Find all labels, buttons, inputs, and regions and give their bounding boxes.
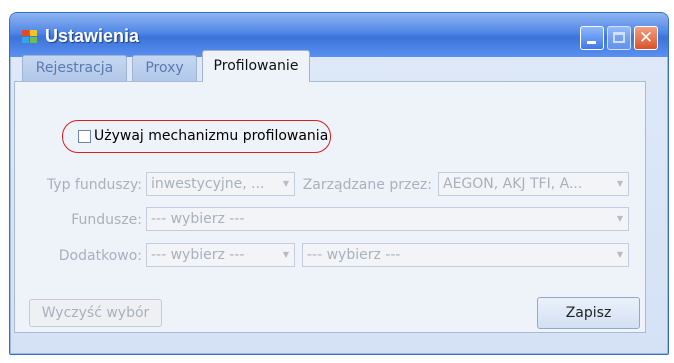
window-title: Ustawienia: [45, 26, 140, 46]
typ-funduszy-select[interactable]: inwestycyjne, ... ▼: [146, 172, 295, 196]
fundusze-label: Fundusze:: [71, 212, 142, 228]
dropdown-arrow-icon: ▼: [282, 250, 290, 259]
maximize-icon: [613, 32, 625, 43]
app-icon: [22, 30, 38, 44]
save-button[interactable]: Zapisz: [537, 297, 640, 329]
tab-profilowanie[interactable]: Profilowanie: [202, 50, 310, 82]
dropdown-arrow-icon: ▼: [282, 179, 290, 188]
minimize-icon: [587, 41, 596, 44]
dropdown-arrow-icon: ▼: [616, 250, 624, 259]
typ-funduszy-label: Typ funduszy:: [46, 177, 142, 193]
use-profiling-checkbox[interactable]: [78, 130, 91, 143]
dropdown-arrow-icon: ▼: [616, 179, 624, 188]
dodatkowo-value-2: --- wybierz ---: [307, 247, 401, 263]
title-bar[interactable]: Ustawienia ✕: [10, 13, 668, 57]
tab-proxy[interactable]: Proxy: [132, 55, 197, 81]
maximize-button[interactable]: [607, 26, 631, 50]
close-icon: ✕: [638, 28, 654, 48]
zarzadzane-select[interactable]: AEGON, AKJ TFI, A... ▼: [438, 172, 629, 196]
zarzadzane-value: AEGON, AKJ TFI, A...: [443, 176, 583, 192]
dodatkowo-select-2[interactable]: --- wybierz --- ▼: [302, 243, 629, 267]
dropdown-arrow-icon: ▼: [616, 214, 624, 223]
typ-funduszy-value: inwestycyjne, ...: [151, 176, 265, 192]
fundusze-value: --- wybierz ---: [151, 211, 245, 227]
dodatkowo-label: Dodatkowo:: [58, 248, 142, 264]
dodatkowo-value-1: --- wybierz ---: [151, 247, 245, 263]
use-profiling-label[interactable]: Używaj mechanizmu profilowania: [94, 128, 328, 144]
zarzadzane-label: Zarządzane przez:: [302, 177, 432, 193]
minimize-button[interactable]: [580, 26, 604, 50]
tab-rejestracja[interactable]: Rejestracja: [22, 55, 127, 81]
close-button[interactable]: ✕: [634, 26, 658, 50]
dodatkowo-select-1[interactable]: --- wybierz --- ▼: [146, 243, 295, 267]
fundusze-select[interactable]: --- wybierz --- ▼: [146, 207, 629, 231]
clear-selection-button[interactable]: Wyczyść wybór: [29, 299, 162, 327]
